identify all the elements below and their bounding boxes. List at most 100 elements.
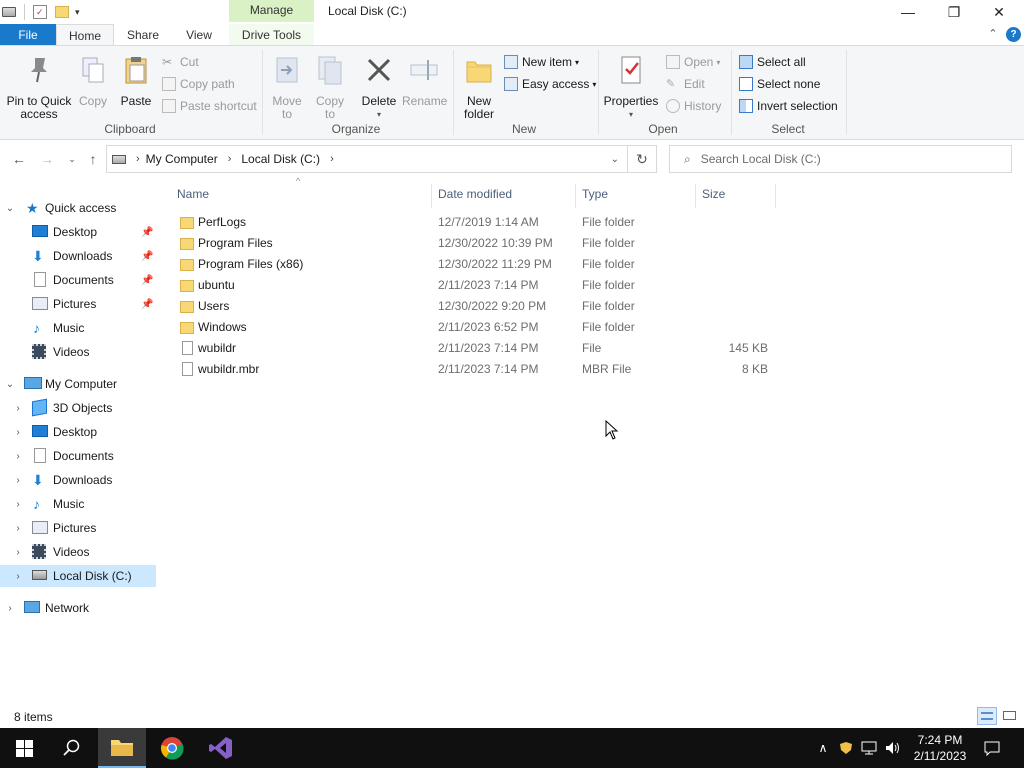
- easy-access-button[interactable]: Easy access ▾: [504, 75, 596, 93]
- nav-quick-videos[interactable]: Videos: [0, 341, 156, 363]
- new-folder-button[interactable]: New folder: [459, 54, 499, 121]
- nav-downloads[interactable]: › ⬇ Downloads: [0, 469, 156, 491]
- nav-quick-pictures[interactable]: Pictures 📌: [0, 293, 156, 315]
- pin-icon[interactable]: 📌: [141, 275, 153, 286]
- tab-drive-tools[interactable]: Drive Tools: [229, 24, 314, 46]
- start-button[interactable]: [0, 728, 48, 768]
- move-to-button[interactable]: Move to: [268, 54, 306, 121]
- large-icons-view-button[interactable]: [1000, 707, 1020, 725]
- pin-icon[interactable]: 📌: [141, 251, 153, 262]
- chevron-right-icon[interactable]: ›: [12, 451, 24, 462]
- column-header-date[interactable]: Date modified: [438, 184, 574, 204]
- select-all-button[interactable]: Select all: [739, 53, 806, 71]
- address-bar[interactable]: › My Computer › Local Disk (C:) › ⌄: [106, 145, 628, 173]
- rename-button[interactable]: Rename: [402, 54, 447, 108]
- details-view-button[interactable]: [977, 707, 997, 725]
- properties-dropdown-icon[interactable]: ▾: [603, 108, 659, 121]
- copy-path-button[interactable]: Copy path: [162, 75, 235, 93]
- column-separator[interactable]: [775, 184, 776, 208]
- show-hidden-icons-button[interactable]: ∧: [812, 728, 834, 768]
- nav-quick-downloads[interactable]: ⬇ Downloads 📌: [0, 245, 156, 267]
- chevron-right-icon[interactable]: ›: [12, 547, 24, 558]
- nav-quick-music[interactable]: ♪ Music: [0, 317, 156, 339]
- security-tray-icon[interactable]: [836, 728, 856, 768]
- refresh-button[interactable]: ↻: [627, 145, 657, 173]
- column-header-name[interactable]: Name: [177, 184, 431, 204]
- nav-documents[interactable]: › Documents: [0, 445, 156, 467]
- new-folder-qat-icon[interactable]: [55, 6, 69, 18]
- column-header-type[interactable]: Type: [582, 184, 692, 204]
- nav-music[interactable]: › ♪ Music: [0, 493, 156, 515]
- close-button[interactable]: ✕: [976, 0, 1022, 24]
- chevron-right-icon[interactable]: ›: [12, 499, 24, 510]
- delete-button[interactable]: Delete ▾: [358, 54, 400, 121]
- tab-file[interactable]: File: [0, 24, 56, 46]
- address-dropdown-icon[interactable]: ⌄: [611, 154, 619, 165]
- breadcrumb-chevron-icon[interactable]: ›: [330, 153, 334, 165]
- nav-desktop[interactable]: › Desktop: [0, 421, 156, 443]
- nav-my-computer[interactable]: ⌄ My Computer: [0, 373, 156, 395]
- delete-dropdown-icon[interactable]: ▾: [358, 108, 400, 121]
- minimize-button[interactable]: —: [885, 0, 931, 24]
- file-row[interactable]: Windows 2/11/2023 6:52 PM File folder: [176, 317, 776, 338]
- chevron-right-icon[interactable]: ›: [12, 427, 24, 438]
- file-row[interactable]: wubildr 2/11/2023 7:14 PM File 145 KB: [176, 338, 776, 359]
- notifications-button[interactable]: [980, 728, 1004, 768]
- chevron-right-icon[interactable]: ›: [12, 571, 24, 582]
- edit-button[interactable]: ✎ Edit: [666, 75, 705, 93]
- chevron-right-icon[interactable]: ›: [12, 403, 24, 414]
- column-separator[interactable]: [431, 184, 432, 208]
- nav-quick-access[interactable]: ⌄ ★ Quick access: [0, 197, 156, 219]
- column-separator[interactable]: [575, 184, 576, 208]
- pin-to-quick-access-button[interactable]: Pin to Quick access: [4, 54, 74, 121]
- volume-tray-icon[interactable]: [882, 728, 904, 768]
- recent-locations-button[interactable]: ⌄: [63, 150, 81, 168]
- file-row[interactable]: ubuntu 2/11/2023 7:14 PM File folder: [176, 275, 776, 296]
- column-separator[interactable]: [695, 184, 696, 208]
- restore-button[interactable]: ❐: [931, 0, 977, 24]
- network-tray-icon[interactable]: [858, 728, 880, 768]
- back-button[interactable]: ←: [10, 150, 28, 168]
- nav-network[interactable]: › Network: [0, 597, 156, 619]
- cut-button[interactable]: ✂ Cut: [162, 53, 199, 71]
- nav-quick-documents[interactable]: Documents 📌: [0, 269, 156, 291]
- paste-button[interactable]: Paste: [117, 54, 155, 108]
- pin-icon[interactable]: 📌: [141, 299, 153, 310]
- up-button[interactable]: ↑: [84, 150, 102, 168]
- visual-studio-taskbar-button[interactable]: [197, 728, 245, 768]
- properties-qat-icon[interactable]: ✓: [33, 5, 47, 19]
- tab-view[interactable]: View: [174, 24, 224, 46]
- chevron-right-icon[interactable]: ›: [12, 523, 24, 534]
- chevron-down-icon[interactable]: ⌄: [4, 203, 16, 214]
- breadcrumb-chevron-icon[interactable]: ›: [228, 153, 232, 165]
- paste-shortcut-button[interactable]: Paste shortcut: [162, 97, 257, 115]
- copy-button[interactable]: Copy: [76, 54, 110, 108]
- column-header-size[interactable]: Size: [702, 184, 772, 204]
- breadcrumb-my-computer[interactable]: My Computer: [146, 152, 218, 166]
- nav-quick-desktop[interactable]: Desktop 📌: [0, 221, 156, 243]
- customize-qat-icon[interactable]: ▾: [75, 7, 80, 18]
- file-row[interactable]: wubildr.mbr 2/11/2023 7:14 PM MBR File 8…: [176, 359, 776, 380]
- chevron-down-icon[interactable]: ⌄: [4, 379, 16, 390]
- file-row[interactable]: Users 12/30/2022 9:20 PM File folder: [176, 296, 776, 317]
- breadcrumb-local-disk[interactable]: Local Disk (C:): [241, 152, 320, 166]
- search-taskbar-button[interactable]: [48, 728, 96, 768]
- file-row[interactable]: Program Files (x86) 12/30/2022 11:29 PM …: [176, 254, 776, 275]
- invert-selection-button[interactable]: Invert selection: [739, 97, 838, 115]
- help-icon[interactable]: ?: [1006, 27, 1021, 42]
- tab-home[interactable]: Home: [56, 24, 114, 46]
- nav-pictures[interactable]: › Pictures: [0, 517, 156, 539]
- new-item-button[interactable]: New item ▾: [504, 53, 579, 71]
- copy-to-button[interactable]: Copy to: [311, 54, 349, 121]
- collapse-ribbon-icon[interactable]: ⌃: [985, 27, 1001, 43]
- breadcrumb-chevron-icon[interactable]: ›: [136, 153, 140, 165]
- file-explorer-taskbar-button[interactable]: [98, 728, 146, 768]
- history-button[interactable]: History: [666, 97, 721, 115]
- tab-share[interactable]: Share: [118, 24, 168, 46]
- search-box[interactable]: ⌕ Search Local Disk (C:): [669, 145, 1012, 173]
- file-row[interactable]: PerfLogs 12/7/2019 1:14 AM File folder: [176, 212, 776, 233]
- select-none-button[interactable]: Select none: [739, 75, 820, 93]
- nav-local-disk[interactable]: › Local Disk (C:): [0, 565, 156, 587]
- chrome-taskbar-button[interactable]: [148, 728, 196, 768]
- pin-icon[interactable]: 📌: [141, 227, 153, 238]
